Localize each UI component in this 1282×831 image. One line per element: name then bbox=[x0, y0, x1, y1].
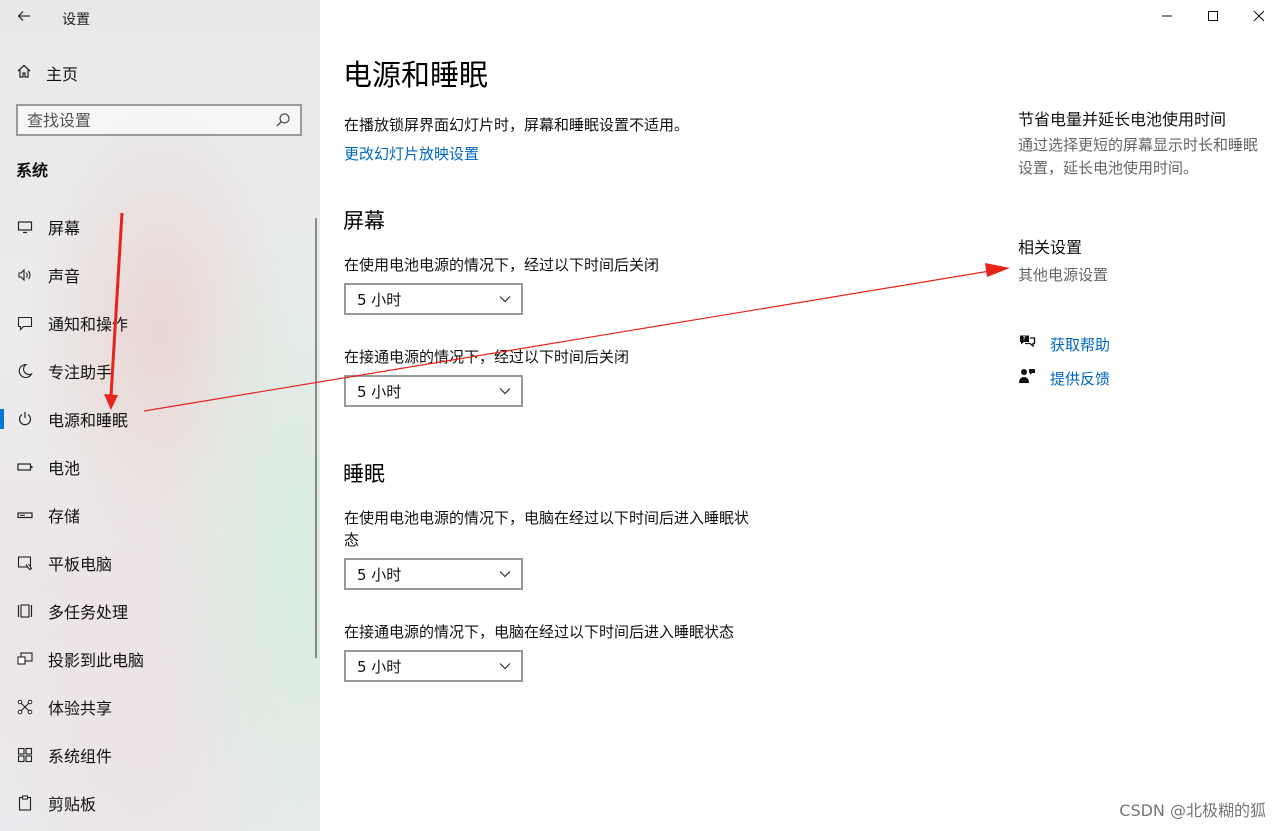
app-title: 设置 bbox=[62, 12, 90, 28]
sidebar-item-label: 平板电脑 bbox=[48, 555, 113, 574]
close-button[interactable] bbox=[1236, 2, 1282, 30]
feedback-person-icon bbox=[1018, 367, 1036, 389]
sidebar-item-system-components[interactable]: 系统组件 bbox=[0, 731, 316, 779]
screen-battery-dropdown[interactable]: 5 小时 bbox=[344, 283, 523, 315]
chevron-down-icon bbox=[499, 571, 511, 578]
get-help-link[interactable]: 获取帮助 bbox=[1050, 334, 1110, 355]
power-icon bbox=[16, 410, 34, 428]
related-settings-title: 相关设置 bbox=[1018, 238, 1083, 257]
chevron-down-icon bbox=[499, 296, 511, 303]
screen-heading: 屏幕 bbox=[343, 209, 385, 233]
battery-icon bbox=[16, 458, 34, 476]
battery-tips-text: 通过选择更短的屏幕显示时长和睡眠设置，延长电池使用时间。 bbox=[1018, 136, 1259, 177]
sidebar-item-display[interactable]: 屏幕 bbox=[0, 203, 316, 251]
slideshow-settings-link[interactable]: 更改幻灯片放映设置 bbox=[344, 143, 479, 164]
annotation-arrow-right-head bbox=[985, 263, 1010, 277]
screen-battery-label: 在使用电池电源的情况下，经过以下时间后关闭 bbox=[344, 256, 660, 274]
watermark: CSDN @北极糊的狐 bbox=[1119, 801, 1266, 820]
components-icon bbox=[16, 746, 34, 764]
chevron-down-icon bbox=[499, 388, 511, 395]
monitor-icon bbox=[16, 218, 34, 236]
home-label: 主页 bbox=[46, 65, 79, 84]
sleep-plugged-label: 在接通电源的情况下，电脑在经过以下时间后进入睡眠状态 bbox=[344, 623, 735, 641]
multitask-icon bbox=[16, 602, 34, 620]
sidebar-item-focus-assist[interactable]: 专注助手 bbox=[0, 347, 316, 395]
sidebar-item-label: 存储 bbox=[48, 507, 81, 526]
sidebar-item-label: 系统组件 bbox=[48, 747, 113, 766]
storage-icon bbox=[16, 506, 34, 524]
help-chat-icon: ? bbox=[1018, 333, 1036, 355]
maximize-icon bbox=[1208, 11, 1218, 21]
get-help-row[interactable]: ? 获取帮助 bbox=[1018, 333, 1110, 355]
feedback-row[interactable]: 提供反馈 bbox=[1018, 367, 1110, 389]
sidebar-item-label: 投影到此电脑 bbox=[48, 651, 145, 670]
sidebar-item-label: 剪贴板 bbox=[48, 795, 97, 814]
sidebar-item-multitasking[interactable]: 多任务处理 bbox=[0, 587, 316, 635]
sidebar-item-battery[interactable]: 电池 bbox=[0, 443, 316, 491]
sleep-battery-label-line1: 在使用电池电源的情况下，电脑在经过以下时间后进入睡眠状 bbox=[344, 509, 750, 527]
notification-icon bbox=[16, 314, 34, 332]
dropdown-value: 5 小时 bbox=[357, 565, 402, 584]
search-icon[interactable] bbox=[270, 107, 296, 133]
dropdown-value: 5 小时 bbox=[357, 382, 402, 401]
tablet-icon bbox=[16, 554, 34, 572]
sidebar-item-label: 电池 bbox=[48, 459, 81, 478]
slideshow-note: 在播放锁屏界面幻灯片时，屏幕和睡眠设置不适用。 bbox=[344, 116, 690, 134]
moon-icon bbox=[16, 362, 34, 380]
sleep-battery-dropdown[interactable]: 5 小时 bbox=[344, 558, 523, 590]
close-icon bbox=[1253, 10, 1265, 22]
sidebar-item-label: 屏幕 bbox=[48, 219, 81, 238]
sidebar-item-storage[interactable]: 存储 bbox=[0, 491, 316, 539]
chevron-down-icon bbox=[499, 663, 511, 670]
sidebar-item-shared-experiences[interactable]: 体验共享 bbox=[0, 683, 316, 731]
screen-plugged-label: 在接通电源的情况下，经过以下时间后关闭 bbox=[344, 348, 630, 366]
sidebar-item-tablet[interactable]: 平板电脑 bbox=[0, 539, 316, 587]
clipboard-icon bbox=[16, 794, 34, 812]
sidebar-item-notifications[interactable]: 通知和操作 bbox=[0, 299, 316, 347]
sidebar-item-label: 电源和睡眠 bbox=[48, 411, 129, 430]
search-input[interactable] bbox=[18, 106, 270, 134]
back-button[interactable] bbox=[12, 4, 36, 28]
minimize-button[interactable] bbox=[1144, 2, 1190, 30]
dropdown-value: 5 小时 bbox=[357, 290, 402, 309]
sidebar-nav: 屏幕 声音 通知和操作 专注助手 电源和睡眠 电池 存储 平板电脑 多任务处理 … bbox=[0, 203, 316, 827]
sidebar-item-label: 专注助手 bbox=[48, 363, 113, 382]
speaker-icon bbox=[16, 266, 34, 284]
sidebar-item-label: 声音 bbox=[48, 267, 81, 286]
sidebar-scrollbar[interactable] bbox=[315, 218, 317, 658]
screen-plugged-dropdown[interactable]: 5 小时 bbox=[344, 375, 523, 407]
sidebar: 设置 主页 系统 屏幕 声音 通知和操作 专注助手 bbox=[0, 0, 320, 831]
home-icon bbox=[16, 63, 32, 83]
sidebar-item-label: 体验共享 bbox=[48, 699, 113, 718]
page-title: 电源和睡眠 bbox=[343, 58, 489, 92]
sidebar-item-project-to-pc[interactable]: 投影到此电脑 bbox=[0, 635, 316, 683]
sidebar-item-clipboard[interactable]: 剪贴板 bbox=[0, 779, 316, 827]
project-icon bbox=[16, 650, 34, 668]
sleep-heading: 睡眠 bbox=[343, 462, 385, 486]
home-nav-item[interactable]: 主页 bbox=[16, 58, 78, 88]
sidebar-item-label: 多任务处理 bbox=[48, 603, 129, 622]
sidebar-item-label: 通知和操作 bbox=[48, 315, 129, 334]
sleep-battery-label-line2: 态 bbox=[344, 531, 360, 549]
section-title: 系统 bbox=[16, 161, 49, 180]
search-box[interactable] bbox=[16, 104, 302, 136]
sleep-plugged-dropdown[interactable]: 5 小时 bbox=[344, 650, 523, 682]
maximize-button[interactable] bbox=[1190, 2, 1236, 30]
give-feedback-link[interactable]: 提供反馈 bbox=[1050, 368, 1110, 389]
additional-power-settings-link[interactable]: 其他电源设置 bbox=[1018, 264, 1108, 285]
battery-tips-title: 节省电量并延长电池使用时间 bbox=[1018, 110, 1227, 129]
shared-experience-icon bbox=[16, 698, 34, 716]
svg-text:?: ? bbox=[1023, 336, 1026, 343]
back-arrow-icon bbox=[17, 11, 30, 21]
minimize-icon bbox=[1162, 15, 1172, 17]
sidebar-item-power-sleep[interactable]: 电源和睡眠 bbox=[0, 395, 316, 443]
dropdown-value: 5 小时 bbox=[357, 657, 402, 676]
sidebar-item-sound[interactable]: 声音 bbox=[0, 251, 316, 299]
